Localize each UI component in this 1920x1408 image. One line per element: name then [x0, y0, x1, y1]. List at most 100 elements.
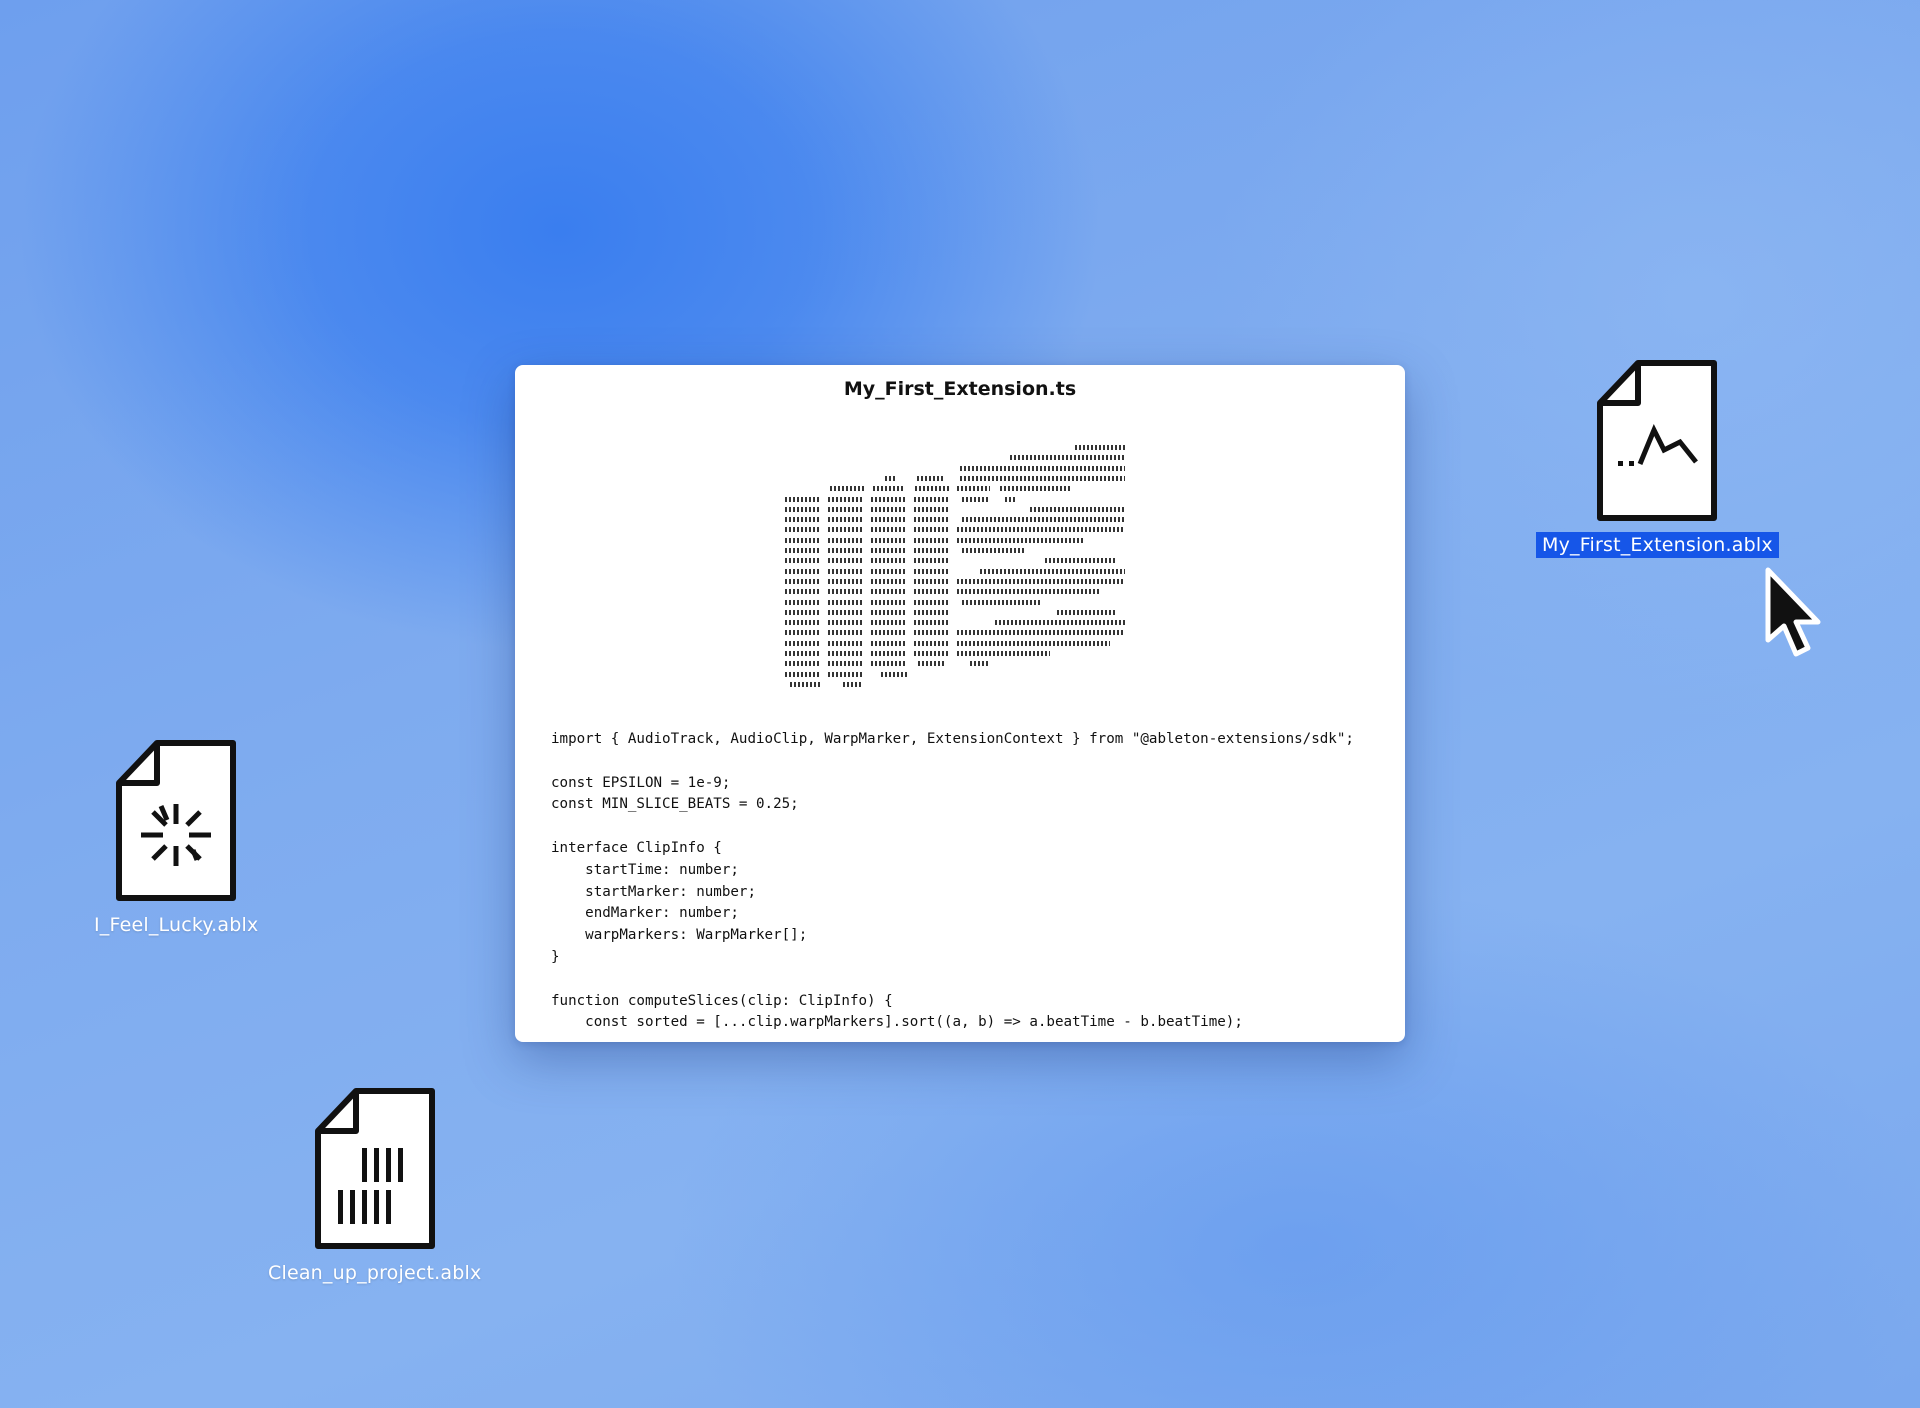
ascii-art-row	[828, 527, 863, 533]
ascii-art-row	[785, 609, 820, 615]
ascii-art-row	[871, 578, 906, 584]
ascii-art-row	[828, 671, 863, 677]
window-title: My_First_Extension.ts	[843, 378, 1077, 400]
ascii-art-row	[828, 609, 863, 615]
ascii-art-row	[914, 506, 949, 512]
ascii-art-row	[785, 558, 820, 564]
ascii-art-row	[871, 517, 906, 523]
ascii-art-row	[828, 506, 863, 512]
ascii-art-row	[785, 527, 820, 533]
ascii-art-row	[785, 651, 820, 656]
ascii-art-row	[914, 620, 949, 626]
ascii-art-row	[785, 506, 820, 512]
ascii-art-row	[917, 475, 945, 481]
ascii-art-row	[957, 651, 1050, 656]
ascii-art-row	[871, 548, 906, 553]
ascii-art-row	[914, 568, 949, 574]
ascii-art-row	[881, 671, 907, 677]
ascii-art-row	[785, 640, 820, 646]
ascii-art-row	[957, 640, 1110, 646]
ascii-art-row	[873, 486, 903, 492]
code-line: const MIN_SLICE_BEATS = 0.25;	[551, 796, 799, 813]
desktop-icon-clean-up-project[interactable]: Clean_up_project.ablx	[262, 1086, 487, 1286]
ascii-art-row	[871, 506, 906, 512]
code-line: startTime: number;	[551, 861, 739, 878]
ascii-art-row	[785, 537, 820, 543]
ascii-art-row	[785, 589, 820, 595]
ascii-art-row	[1045, 558, 1115, 564]
code-view[interactable]: import { AudioTrack, AudioClip, WarpMark…	[551, 729, 1354, 1034]
code-line: warpMarkers: WarpMarker[];	[551, 927, 808, 944]
code-line: function computeSlices(clip: ClipInfo) {	[551, 992, 893, 1009]
ascii-art-row	[914, 599, 949, 605]
ascii-art-row	[1005, 496, 1015, 502]
ascii-art-row	[957, 578, 1125, 584]
code-line: endMarker: number;	[551, 905, 739, 922]
ascii-art-row	[1075, 445, 1125, 450]
ascii-art-logo	[785, 445, 1165, 705]
ascii-art-row	[871, 651, 906, 656]
code-line: }	[551, 948, 560, 965]
code-line: interface ClipInfo {	[551, 839, 722, 856]
ascii-art-row	[828, 651, 863, 656]
ascii-art-row	[828, 558, 863, 564]
ascii-art-row	[885, 475, 895, 481]
ascii-art-row	[980, 568, 1125, 574]
ascii-art-row	[957, 486, 990, 492]
ascii-art-row	[871, 558, 906, 564]
ascii-art-row	[828, 630, 863, 636]
ascii-art-row	[828, 578, 863, 584]
ascii-art-row	[962, 548, 1025, 553]
ascii-art-row	[785, 620, 820, 626]
ascii-art-row	[957, 537, 1085, 543]
code-line: const EPSILON = 1e-9;	[551, 774, 731, 791]
ascii-art-row	[828, 496, 863, 502]
code-line: import { AudioTrack, AudioClip, WarpMark…	[551, 731, 1354, 747]
ascii-art-row	[871, 661, 906, 667]
code-preview-window[interactable]: My_First_Extension.ts import { AudioTrac…	[515, 365, 1405, 1042]
ascii-art-row	[995, 620, 1125, 626]
ascii-art-row	[828, 537, 863, 543]
ascii-art-row	[828, 620, 863, 626]
ascii-art-row	[871, 599, 906, 605]
ascii-art-row	[828, 661, 863, 667]
sparkle-doc-icon	[116, 740, 237, 901]
ascii-art-row	[1030, 506, 1125, 512]
ascii-art-row	[785, 661, 820, 667]
ascii-art-row	[871, 620, 906, 626]
ascii-art-row	[960, 465, 1125, 471]
ascii-art-row	[871, 568, 906, 574]
ascii-art-row	[918, 661, 945, 667]
desktop-icon-my-first-extension[interactable]: My_First_Extension.ablx	[1536, 358, 1779, 558]
ascii-art-row	[871, 640, 906, 646]
ascii-art-row	[914, 548, 949, 553]
code-line: const sorted = [...clip.warpMarkers].sor…	[551, 1014, 1243, 1031]
ascii-art-row	[871, 630, 906, 636]
ascii-art-row	[914, 578, 949, 584]
ascii-art-row	[828, 568, 863, 574]
ascii-art-row	[785, 496, 820, 502]
ascii-art-row	[914, 640, 949, 646]
code-line: startMarker: number;	[551, 883, 756, 900]
ascii-art-row	[828, 599, 863, 605]
ascii-art-row	[828, 517, 863, 523]
ascii-art-row	[1000, 486, 1070, 492]
ascii-art-row	[790, 681, 820, 687]
ascii-art-row	[785, 671, 820, 677]
ascii-art-row	[785, 630, 820, 636]
waveform-doc-icon	[1597, 360, 1718, 521]
ascii-art-row	[914, 517, 949, 523]
ascii-art-row	[828, 589, 863, 595]
ascii-art-row	[871, 527, 906, 533]
ascii-art-row	[785, 599, 820, 605]
barcode-doc-icon	[314, 1088, 435, 1249]
ascii-art-row	[871, 589, 906, 595]
desktop-icon-i-feel-lucky[interactable]: I_Feel_Lucky.ablx	[88, 738, 264, 938]
ascii-art-row	[914, 537, 949, 543]
desktop-icon-label: Clean_up_project.ablx	[268, 1262, 482, 1284]
ascii-art-row	[970, 661, 990, 667]
ascii-art-row	[914, 630, 949, 636]
